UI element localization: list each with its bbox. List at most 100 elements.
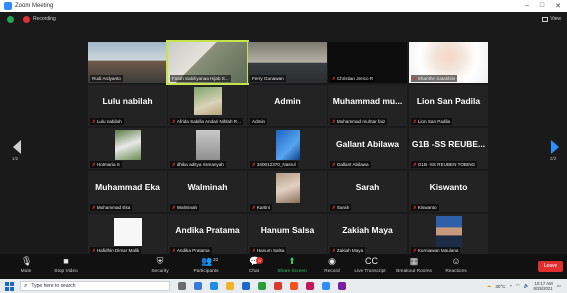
file-explorer-icon[interactable]	[226, 282, 234, 290]
clock[interactable]: 10:17 AM 8/25/2021	[534, 281, 553, 291]
edge-icon[interactable]	[210, 282, 218, 290]
notification-icon[interactable]: ▭	[557, 283, 561, 289]
windows-start-icon[interactable]	[5, 281, 14, 291]
search-icon: ⌕	[24, 282, 28, 289]
participant-tile[interactable]: Lulu nabilah ✗ Lulu nabilah	[88, 85, 167, 126]
participant-tile[interactable]: Ferry Gunawan	[248, 42, 327, 83]
participant-display-name: Andika Pratama	[175, 225, 240, 235]
participant-tile[interactable]: Sarah ✗ Sarah	[328, 171, 407, 212]
office-icon[interactable]	[274, 282, 282, 290]
participant-tile[interactable]: ✗ Kartini	[248, 171, 327, 212]
mail-icon[interactable]	[242, 282, 250, 290]
tray-chevron-icon[interactable]: ^	[510, 284, 512, 289]
profile-picture	[194, 87, 222, 115]
view-button[interactable]: View	[542, 16, 561, 22]
participant-name-caption: ✗ Hanum Salsa	[250, 247, 287, 254]
participant-name-caption: ✗ Muhammad muhtar faiz	[330, 118, 388, 125]
previous-page-arrow-icon[interactable]	[13, 140, 21, 154]
participant-tile[interactable]: Kiswanto ✗ Kiswanto	[409, 171, 488, 212]
stop-video-button[interactable]: ■ Stop Video	[44, 256, 88, 275]
muted-mic-icon: ✗	[92, 162, 96, 167]
participant-tile[interactable]: G1B -SS REUBE... ✗ G1B -SS REUBEN TOBING	[409, 128, 488, 169]
profile-picture	[436, 216, 462, 248]
participant-tile[interactable]: ✗ 340012370_Nasrul	[248, 128, 327, 169]
participant-tile[interactable]: ✗ dhika aditya rismanyah	[168, 128, 247, 169]
leave-button[interactable]: Leave	[538, 261, 563, 272]
participant-name: Fatah Sabiliyanaa Hijab S...	[172, 76, 229, 81]
muted-mic-icon: ✗	[332, 205, 336, 210]
app-icon[interactable]	[306, 282, 314, 290]
page-indicator-right: 2/2	[550, 156, 557, 161]
participant-name-caption: ✗ Kurniawan Maulana	[411, 247, 461, 254]
breakout-rooms-icon: ▦	[409, 256, 419, 266]
participant-tile[interactable]: Andika Pratama ✗ Andika Pratama	[168, 214, 247, 255]
windows-taskbar: ⌕ Type here to search ☁ 30°C ^ ◠ 🔈 10:17…	[0, 279, 567, 293]
participant-tile[interactable]: Zakiah Maya ✗ Zakiah Maya	[328, 214, 407, 255]
participant-tile[interactable]: ✗ Kurniawan Maulana	[409, 214, 488, 255]
recording-icon	[23, 15, 30, 23]
participant-tile[interactable]: Fatah Sabiliyanaa Hijab S...	[166, 40, 249, 85]
task-view-icon[interactable]	[194, 282, 202, 290]
close-icon[interactable]: ✕	[555, 2, 561, 10]
participant-name: Admin	[252, 119, 266, 124]
media-app-icon[interactable]	[338, 282, 346, 290]
participant-name-caption: ✗ dhika aditya rismanyah	[170, 161, 226, 168]
participant-name-caption: ✗ Hotmaria S	[90, 161, 122, 168]
live-transcript-button[interactable]: CC Live Transcript	[348, 257, 392, 275]
clock-date: 8/25/2021	[533, 286, 553, 291]
participant-display-name: Sarah	[355, 182, 380, 192]
security-button[interactable]: ⛨ Security	[138, 257, 182, 275]
live-transcript-label: Live Transcript	[354, 269, 386, 274]
participant-tile[interactable]: ✗ Afrida Sabilla Andari Nihlah R...	[168, 85, 247, 126]
share-screen-button[interactable]: ⬆ Share Screen	[270, 257, 314, 275]
participant-tile[interactable]: Hanum Salsa ✗ Hanum Salsa	[248, 214, 327, 255]
participant-tile[interactable]: Gallant Abilawa ✗ Gallant Abilawa	[328, 128, 407, 169]
participant-tile[interactable]: Muhammad mu... ✗ Muhammad muhtar faiz	[328, 85, 407, 126]
participant-name-caption: ✗ Lion San Padila	[411, 118, 453, 125]
participant-tile[interactable]: ✗ Shanthe Satakhile	[409, 42, 488, 83]
participant-name-caption: Rudi Ardyanto	[90, 75, 123, 82]
muted-mic-icon: ✗	[413, 119, 417, 124]
meeting-status-bar: Recording View	[0, 12, 567, 26]
shield-icon[interactable]	[7, 15, 14, 23]
participant-tile[interactable]: Muhammad Eka ✗ Muhammad Eka	[88, 171, 167, 212]
participant-tile[interactable]: ✗ Christian Jerico R	[328, 42, 407, 83]
participant-tile[interactable]: ✗ Hafidhin Dimar Malik	[88, 214, 167, 255]
participant-name-caption: ✗ Kartini	[250, 204, 272, 211]
participant-tile[interactable]: Lion San Padila ✗ Lion San Padila	[409, 85, 488, 126]
gallery-view: Rudi Ardyanto Fatah Sabiliyanaa Hijab S..…	[0, 26, 567, 255]
participant-tile[interactable]: Walminah ✗ Walminah	[168, 171, 247, 212]
zoom-app-icon[interactable]	[322, 282, 330, 290]
participant-name: Sarah	[336, 205, 350, 210]
volume-icon[interactable]: 🔈	[524, 283, 530, 289]
cortana-icon[interactable]	[178, 282, 186, 290]
participant-tile[interactable]: Rudi Ardyanto	[88, 42, 167, 83]
participant-tile[interactable]: Admin Admin	[248, 85, 327, 126]
video-camera-icon: ■	[63, 256, 69, 266]
breakout-rooms-button[interactable]: ▦ Breakout Rooms	[392, 256, 436, 275]
next-page-arrow-icon[interactable]	[551, 140, 559, 154]
wifi-icon[interactable]: ◠	[516, 283, 520, 289]
store-icon[interactable]	[258, 282, 266, 290]
participant-name: Kurniawan Maulana	[417, 248, 459, 253]
participant-display-name: Kiswanto	[429, 182, 468, 192]
maximize-icon[interactable]: □	[540, 2, 544, 10]
reactions-button[interactable]: ☺ Reactions	[434, 257, 478, 275]
window-controls: – □ ✕	[525, 2, 561, 10]
taskbar-search-box[interactable]: ⌕ Type here to search	[20, 281, 170, 291]
participant-tile[interactable]: ✗ Hotmaria S	[88, 128, 167, 169]
minimize-icon[interactable]: –	[525, 2, 529, 10]
participant-name: Rudi Ardyanto	[92, 76, 121, 81]
mute-button[interactable]: 🎙 Mute	[4, 257, 48, 275]
mute-label: Mute	[20, 269, 32, 274]
participant-name-caption: ✗ Afrida Sabilla Andari Nihlah R...	[170, 118, 243, 125]
stop-video-label: Stop Video	[54, 269, 78, 274]
weather-icon[interactable]: ☁	[487, 283, 492, 289]
participants-icon: 👥	[201, 256, 213, 266]
participant-name: Christian Jerico R	[336, 76, 374, 81]
profile-picture	[196, 130, 220, 160]
participants-button[interactable]: 👥 Participants	[184, 256, 228, 275]
muted-mic-icon: ✗	[413, 248, 417, 253]
chrome-icon[interactable]	[290, 282, 298, 290]
participant-display-name: Hanum Salsa	[260, 225, 315, 235]
